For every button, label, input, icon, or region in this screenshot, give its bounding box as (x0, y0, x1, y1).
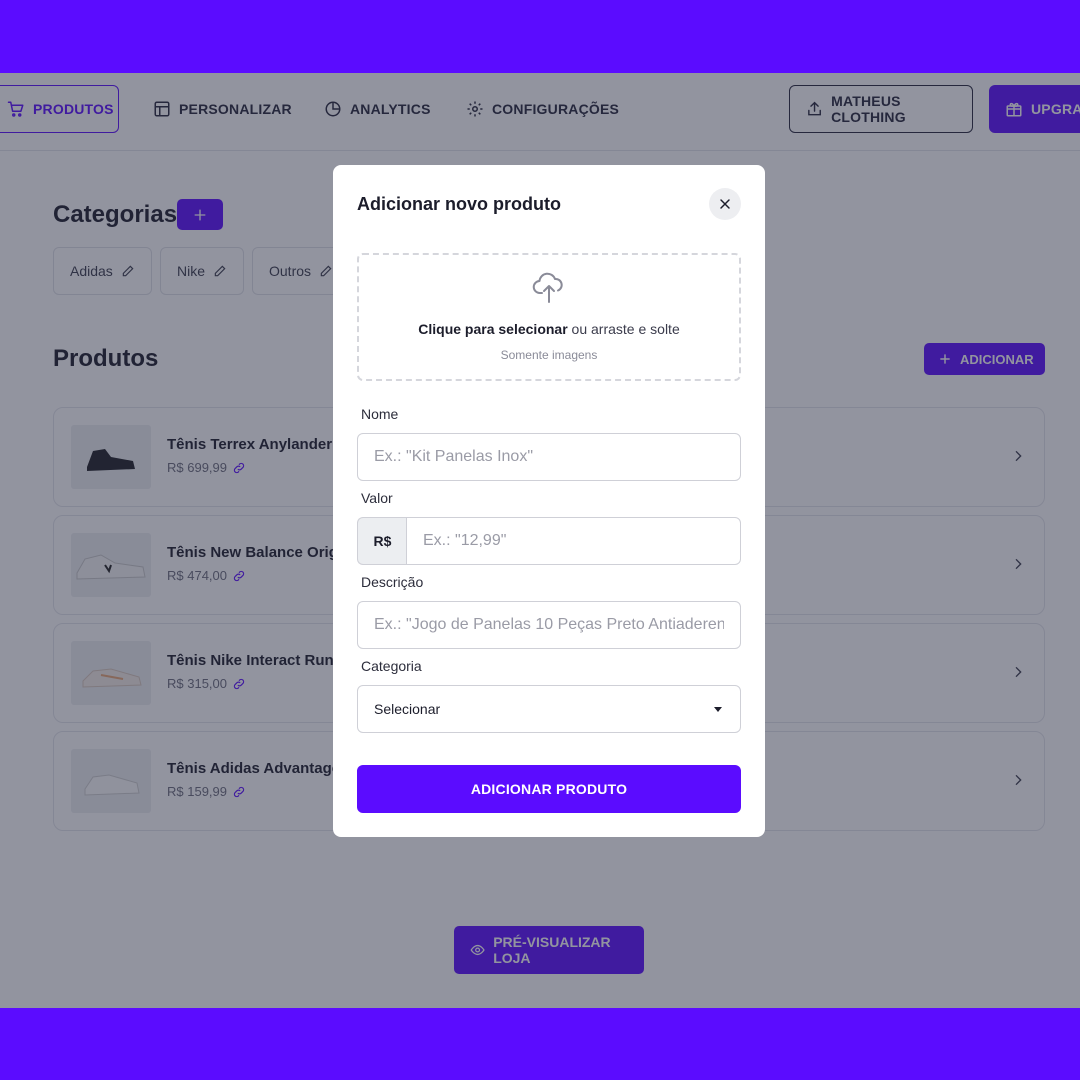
dropzone-rest: ou arraste e solte (567, 321, 680, 337)
modal-title: Adicionar novo produto (357, 194, 561, 214)
nome-input[interactable] (357, 433, 741, 481)
categoria-selected: Selecionar (374, 701, 441, 717)
close-button[interactable] (709, 188, 741, 220)
add-product-submit-button[interactable]: ADICIONAR PRODUTO (357, 765, 741, 813)
close-icon (720, 199, 730, 209)
descricao-input[interactable] (357, 601, 741, 649)
nome-label: Nome (361, 406, 399, 422)
dropzone-instruction: Clique para selecionar ou arraste e solt… (359, 321, 739, 337)
descricao-label: Descrição (361, 574, 424, 590)
chevron-down-icon (714, 707, 722, 712)
valor-label: Valor (361, 490, 393, 506)
dropzone-action: Clique para selecionar (418, 321, 568, 337)
top-banner (0, 0, 1080, 73)
valor-input[interactable] (406, 517, 741, 565)
add-product-modal: Adicionar novo produto Clique para selec… (333, 165, 765, 837)
image-dropzone[interactable]: Clique para selecionar ou arraste e solt… (357, 253, 741, 381)
currency-prefix: R$ (357, 517, 407, 565)
bottom-banner (0, 1008, 1080, 1080)
dropzone-hint: Somente imagens (500, 348, 598, 362)
cloud-upload-icon (532, 272, 563, 303)
categoria-label: Categoria (361, 658, 422, 674)
categoria-select[interactable]: Selecionar (357, 685, 741, 733)
